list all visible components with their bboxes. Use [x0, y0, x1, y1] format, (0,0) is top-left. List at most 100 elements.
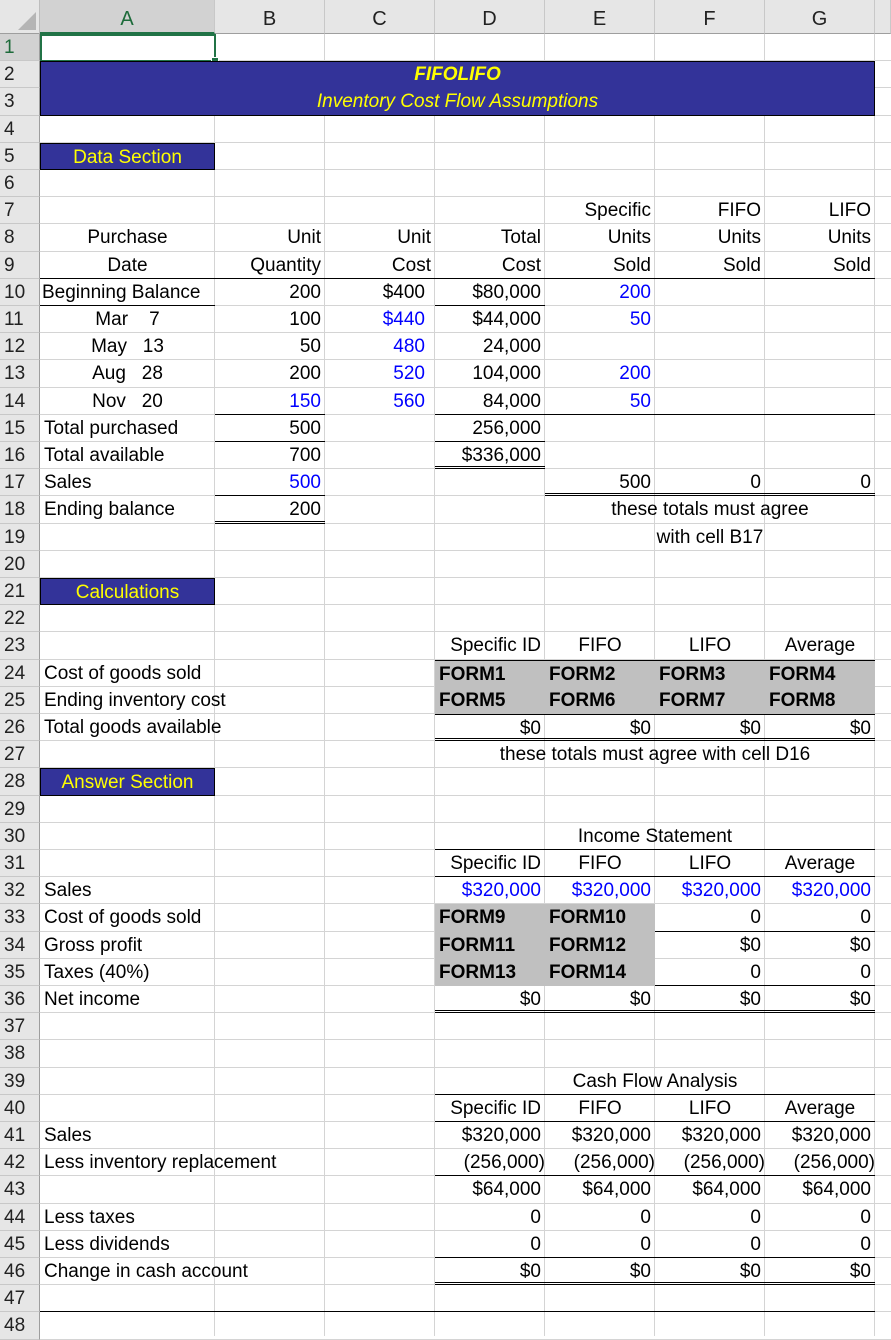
- sales-qty[interactable]: 500: [215, 469, 325, 497]
- row-header-47[interactable]: 47: [0, 1285, 40, 1313]
- header-cell[interactable]: Units: [655, 224, 765, 251]
- row-header-39[interactable]: 39: [0, 1067, 40, 1095]
- unit-quantity[interactable]: 100: [215, 306, 325, 333]
- income-value[interactable]: 0: [765, 904, 875, 932]
- row-header-8[interactable]: 8: [0, 224, 40, 252]
- row-header-19[interactable]: 19: [0, 523, 40, 551]
- cash-flow-value[interactable]: $0: [435, 1258, 545, 1286]
- row-header-6[interactable]: 6: [0, 170, 40, 198]
- formula-cell[interactable]: FORM1: [435, 659, 545, 687]
- income-header[interactable]: Average: [765, 850, 875, 878]
- sales-label[interactable]: Sales: [40, 469, 215, 496]
- row-header-1[interactable]: 1: [0, 34, 40, 62]
- income-value[interactable]: $0: [765, 986, 875, 1014]
- column-header-a[interactable]: A: [40, 0, 215, 34]
- row-header-4[interactable]: 4: [0, 115, 40, 143]
- income-value[interactable]: $0: [435, 986, 545, 1014]
- row-header-2[interactable]: 2: [0, 61, 40, 89]
- cash-flow-value[interactable]: $0: [765, 1258, 875, 1286]
- row-header-16[interactable]: 16: [0, 442, 40, 470]
- cash-flow-header[interactable]: Average: [765, 1095, 875, 1122]
- cash-flow-value[interactable]: $0: [655, 1258, 765, 1286]
- income-value[interactable]: $0: [765, 932, 875, 959]
- total-available-cost[interactable]: $336,000: [435, 442, 545, 470]
- purchase-date[interactable]: May 13: [40, 333, 215, 360]
- unit-quantity[interactable]: 200: [215, 279, 325, 306]
- section-header-answer[interactable]: Answer Section: [40, 768, 215, 796]
- header-cell[interactable]: Cost: [435, 252, 545, 279]
- income-value[interactable]: $320,000: [765, 877, 875, 904]
- section-header-calculations[interactable]: Calculations: [40, 578, 215, 606]
- total-purchased-cost[interactable]: 256,000: [435, 415, 545, 442]
- row-header-27[interactable]: 27: [0, 741, 40, 769]
- cash-flow-value[interactable]: $64,000: [765, 1176, 875, 1203]
- cash-flow-value[interactable]: 0: [545, 1204, 655, 1231]
- active-cell-selection[interactable]: [40, 34, 216, 63]
- worksheet-grid[interactable]: FIFOLIFO Inventory Cost Flow Assumptions D…: [40, 34, 891, 1340]
- unit-cost[interactable]: $400: [325, 279, 435, 306]
- income-value[interactable]: 0: [655, 959, 765, 986]
- section-header-data[interactable]: Data Section: [40, 142, 215, 170]
- header-cell[interactable]: Units: [765, 224, 875, 251]
- income-header[interactable]: FIFO: [545, 850, 655, 878]
- cash-flow-value[interactable]: $0: [545, 1258, 655, 1286]
- cash-flow-header[interactable]: Specific ID: [435, 1095, 545, 1122]
- row-header-26[interactable]: 26: [0, 714, 40, 742]
- row-header-21[interactable]: 21: [0, 578, 40, 606]
- income-header[interactable]: LIFO: [655, 850, 765, 878]
- formula-cell[interactable]: FORM9: [435, 904, 545, 932]
- fifo-units-sold[interactable]: [655, 306, 765, 333]
- formula-cell[interactable]: FORM14: [545, 958, 655, 986]
- row-header-29[interactable]: 29: [0, 795, 40, 823]
- cash-flow-value[interactable]: $64,000: [545, 1176, 655, 1203]
- total-purchased-qty[interactable]: 500: [215, 415, 325, 442]
- income-row-label[interactable]: Net income: [40, 986, 215, 1013]
- cash-flow-value[interactable]: (256,000): [655, 1149, 765, 1177]
- specific-units-sold[interactable]: 50: [545, 306, 655, 333]
- cash-flow-value[interactable]: $320,000: [765, 1122, 875, 1149]
- column-header-e[interactable]: E: [545, 0, 655, 34]
- column-header-d[interactable]: D: [435, 0, 545, 34]
- specific-units-sold[interactable]: 200: [545, 360, 655, 387]
- row-header-22[interactable]: 22: [0, 605, 40, 633]
- formula-cell[interactable]: FORM11: [435, 931, 545, 959]
- row-header-12[interactable]: 12: [0, 333, 40, 361]
- cash-flow-value[interactable]: $64,000: [655, 1176, 765, 1203]
- unit-cost[interactable]: 520: [325, 360, 435, 387]
- total-cost[interactable]: 104,000: [435, 360, 545, 387]
- fifo-units-sold[interactable]: [655, 333, 765, 360]
- calc-value[interactable]: $0: [435, 714, 545, 742]
- unit-cost[interactable]: 480: [325, 333, 435, 360]
- cash-flow-row-label[interactable]: Change in cash account: [40, 1258, 248, 1285]
- header-cell[interactable]: Unit: [215, 224, 325, 251]
- cash-flow-value[interactable]: 0: [655, 1204, 765, 1231]
- cash-flow-value[interactable]: (256,000): [765, 1149, 875, 1177]
- header-cell[interactable]: LIFO: [765, 197, 875, 224]
- calc-header[interactable]: FIFO: [545, 632, 655, 659]
- column-header-c[interactable]: C: [325, 0, 435, 34]
- specific-units-sold[interactable]: 200: [545, 279, 655, 306]
- header-cell[interactable]: Sold: [545, 252, 655, 279]
- row-header-44[interactable]: 44: [0, 1203, 40, 1231]
- row-header-17[interactable]: 17: [0, 469, 40, 497]
- row-header-18[interactable]: 18: [0, 496, 40, 524]
- cash-flow-value[interactable]: $320,000: [545, 1122, 655, 1149]
- formula-cell[interactable]: FORM5: [435, 686, 545, 714]
- row-header-15[interactable]: 15: [0, 414, 40, 442]
- column-header-g[interactable]: G: [765, 0, 875, 34]
- calc-row-label[interactable]: Total goods available: [40, 714, 221, 741]
- row-header-31[interactable]: 31: [0, 850, 40, 878]
- formula-cell[interactable]: FORM6: [545, 686, 655, 714]
- row-header-5[interactable]: 5: [0, 142, 40, 170]
- calc-value[interactable]: $0: [545, 714, 655, 742]
- row-header-38[interactable]: 38: [0, 1040, 40, 1068]
- calc-header[interactable]: Specific ID: [435, 632, 545, 659]
- total-cost[interactable]: $44,000: [435, 306, 545, 333]
- header-cell[interactable]: Unit: [325, 224, 435, 251]
- fifo-units-sold[interactable]: [655, 360, 765, 387]
- lifo-units-sold[interactable]: [765, 279, 875, 306]
- purchase-date[interactable]: Beginning Balance: [40, 279, 215, 306]
- row-header-32[interactable]: 32: [0, 877, 40, 905]
- cash-flow-value[interactable]: 0: [435, 1204, 545, 1231]
- cash-flow-value[interactable]: 0: [765, 1204, 875, 1231]
